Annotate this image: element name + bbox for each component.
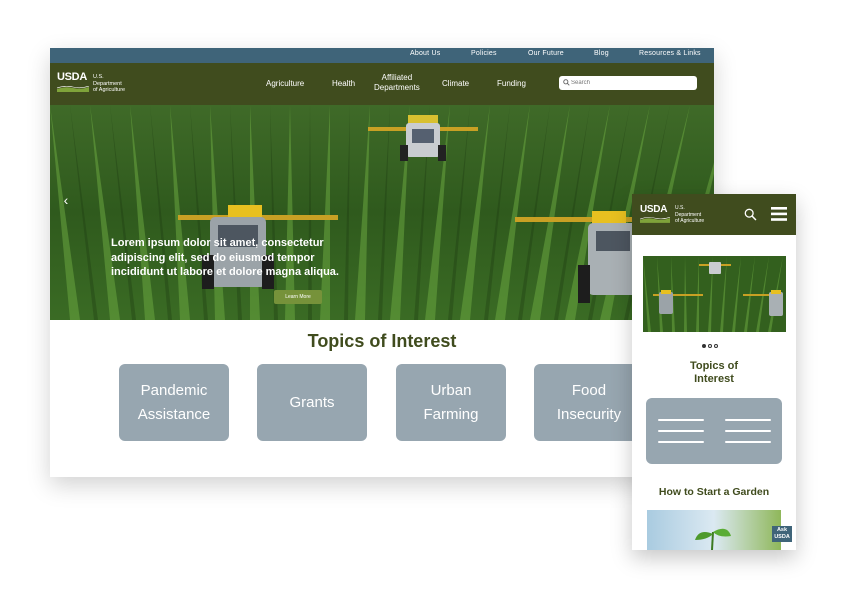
hero-prev-arrow[interactable]: ‹ <box>59 193 73 207</box>
seedling-image <box>647 510 781 550</box>
utility-link-our-future[interactable]: Our Future <box>528 50 564 57</box>
nav-agriculture[interactable]: Agriculture <box>266 79 304 89</box>
ask-line-2: USDA <box>774 533 790 540</box>
placeholder-line <box>725 430 771 432</box>
logo-line-3: of Agriculture <box>675 218 705 224</box>
carousel-dot-3[interactable] <box>714 344 718 348</box>
utility-link-policies[interactable]: Policies <box>471 50 497 57</box>
logo-text: U.S. Department of Agriculture <box>675 205 704 225</box>
main-nav: USDA U.S. Department of Agriculture Agri… <box>50 63 714 105</box>
mobile-mockup: USDA U.S. Department of Agriculture Topi… <box>632 194 796 550</box>
nav-affiliated-line-2: Departments <box>374 83 420 92</box>
topic-line-1: Pandemic <box>140 381 208 399</box>
mobile-usda-logo[interactable]: USDA U.S. Department of Agriculture <box>640 204 730 228</box>
topic-tile-pandemic-assistance[interactable]: Pandemic Assistance <box>119 364 229 441</box>
placeholder-line <box>658 441 704 443</box>
chevron-left-icon: ‹ <box>63 192 69 208</box>
logo-mark: USDA <box>640 204 668 215</box>
ask-usda-button[interactable]: Ask USDA <box>772 526 792 542</box>
topic-tile-urban-farming[interactable]: Urban Farming <box>396 364 506 441</box>
utility-link-blog[interactable]: Blog <box>594 50 609 57</box>
topic-line-1: Urban <box>430 381 472 399</box>
nav-affiliated-line-1: Affiliated <box>381 73 413 82</box>
hero-field-image <box>50 105 714 320</box>
topic-tile-grants[interactable]: Grants <box>257 364 367 441</box>
carousel-dots <box>702 335 720 353</box>
utility-link-about[interactable]: About Us <box>410 50 440 57</box>
carousel-dot-1[interactable] <box>702 344 706 348</box>
placeholder-line <box>658 419 704 421</box>
topic-tile-food-insecurity[interactable]: Food Insecurity <box>534 364 644 441</box>
placeholder-line <box>658 430 704 432</box>
hero-banner: ‹ Lorem ipsum dolor sit amet, consectetu… <box>50 105 714 320</box>
desktop-mockup: About Us Policies Our Future Blog Resour… <box>50 48 714 477</box>
carousel-dot-2[interactable] <box>708 344 712 348</box>
logo-swoosh-icon <box>57 86 89 92</box>
mobile-topics-line-1: Topics of <box>689 360 739 372</box>
mobile-field-image <box>643 256 786 332</box>
placeholder-line <box>725 419 771 421</box>
logo-swoosh-icon <box>640 217 670 223</box>
nav-affiliated-departments[interactable]: Affiliated Departments <box>374 73 420 93</box>
nav-health[interactable]: Health <box>332 79 355 89</box>
nav-funding[interactable]: Funding <box>497 79 526 89</box>
search-input[interactable] <box>571 76 691 90</box>
utility-bar: About Us Policies Our Future Blog Resour… <box>50 48 714 63</box>
logo-line-3: of Agriculture <box>93 87 126 93</box>
mobile-topic-card[interactable] <box>646 398 782 464</box>
search-icon[interactable] <box>744 208 757 221</box>
hamburger-menu-icon[interactable] <box>771 207 787 221</box>
mobile-hero-image <box>643 256 786 332</box>
topic-line-2: Insecurity <box>556 405 622 423</box>
topic-line-2: Farming <box>423 405 479 423</box>
nav-climate[interactable]: Climate <box>442 79 469 89</box>
search-icon <box>563 79 570 86</box>
placeholder-line <box>725 441 771 443</box>
topics-title: Topics of Interest <box>307 331 457 351</box>
mobile-topics-line-2: Interest <box>694 373 734 385</box>
garden-heading: How to Start a Garden <box>658 486 770 498</box>
topic-line-2: Assistance <box>137 405 211 423</box>
usda-logo[interactable]: USDA U.S. Department of Agriculture <box>57 71 147 99</box>
hero-caption: Lorem ipsum dolor sit amet, consectetur … <box>111 237 339 278</box>
utility-link-resources[interactable]: Resources & Links <box>639 50 701 57</box>
topic-line-1: Grants <box>289 393 335 411</box>
mobile-nav: USDA U.S. Department of Agriculture <box>632 194 796 235</box>
mobile-topics-title: Topics of Interest <box>632 360 796 386</box>
learn-more-button[interactable]: Learn More <box>274 290 322 304</box>
logo-mark: USDA <box>57 71 87 83</box>
garden-image <box>647 510 781 550</box>
logo-text: U.S. Department of Agriculture <box>93 74 125 94</box>
topic-line-1: Food <box>571 381 607 399</box>
search-box[interactable] <box>559 76 697 90</box>
